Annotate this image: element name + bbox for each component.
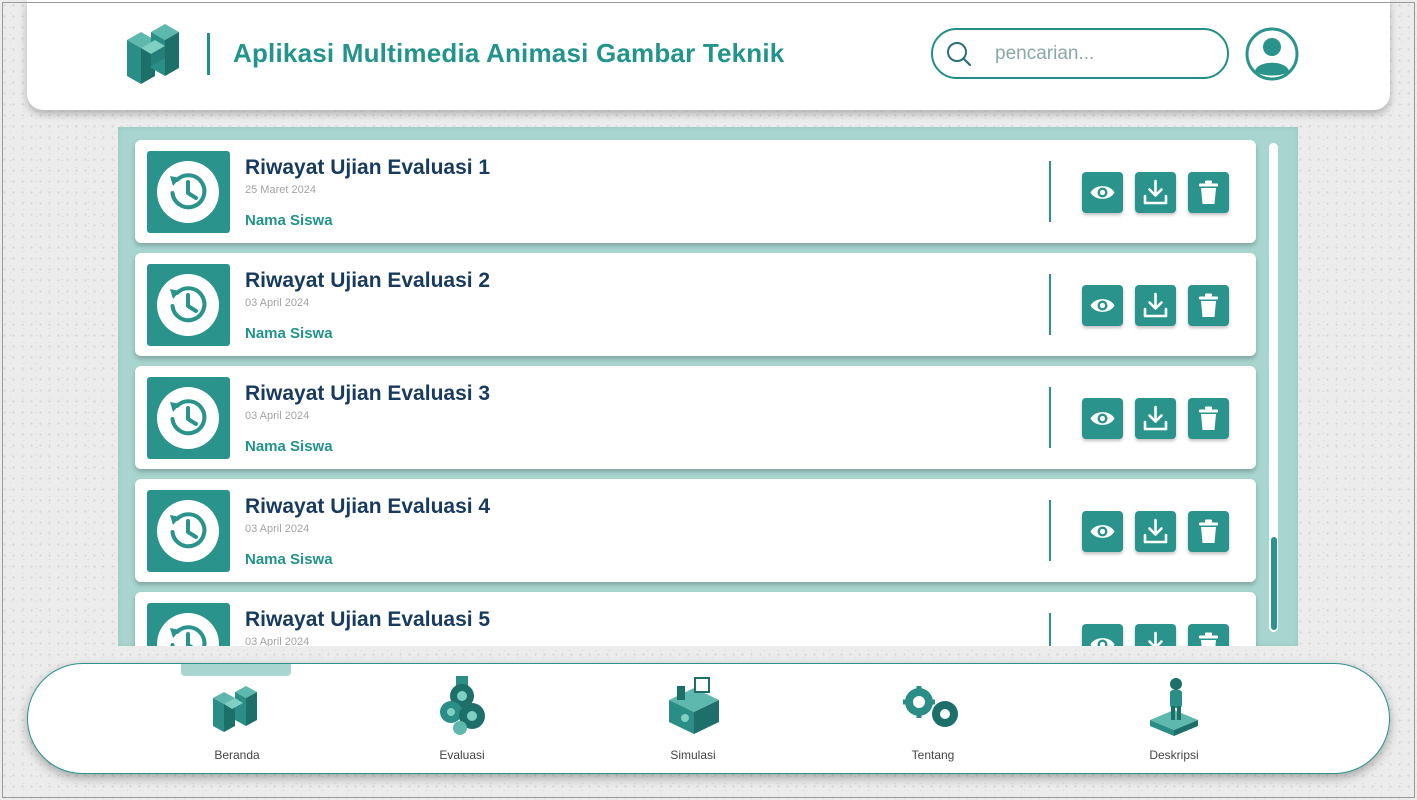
view-button[interactable] (1082, 398, 1123, 439)
record-date: 03 April 2024 (245, 636, 310, 646)
student-name: Nama Siswa (245, 551, 333, 568)
view-button[interactable] (1082, 511, 1123, 552)
card-divider (1049, 500, 1051, 561)
card-divider (1049, 613, 1051, 646)
delete-button[interactable] (1188, 172, 1229, 213)
nav-label: Simulasi (670, 748, 716, 762)
isometric-blocks-logo (127, 24, 179, 84)
history-icon-box (147, 151, 230, 233)
eye-icon (1090, 412, 1115, 425)
cogs-icon (903, 686, 958, 727)
download-button[interactable] (1135, 511, 1176, 552)
scrollbar-thumb[interactable] (1271, 537, 1277, 630)
nav-item-tentang[interactable]: Tentang (873, 664, 993, 775)
student-name: Nama Siswa (245, 325, 333, 342)
history-clock-icon (157, 274, 219, 336)
trash-icon (1199, 519, 1218, 543)
view-button[interactable] (1082, 624, 1123, 646)
gears-machine-icon (440, 676, 485, 735)
list-item: Riwayat Ujian Evaluasi 1 25 Maret 2024 N… (135, 140, 1256, 243)
download-icon (1143, 405, 1168, 431)
history-icon-box (147, 264, 230, 346)
history-icon-box (147, 603, 230, 646)
record-title: Riwayat Ujian Evaluasi 1 (245, 156, 491, 179)
list-item: Riwayat Ujian Evaluasi 5 03 April 2024 (135, 592, 1256, 646)
isometric-blocks-icon (213, 686, 257, 732)
record-date: 03 April 2024 (245, 297, 310, 309)
record-date: 25 Maret 2024 (245, 184, 316, 196)
nav-item-deskripsi[interactable]: Deskripsi (1114, 664, 1234, 775)
download-button[interactable] (1135, 624, 1176, 646)
app-header: Aplikasi Multimedia Animasi Gambar Tekni… (27, 0, 1390, 110)
trash-icon (1199, 293, 1218, 317)
download-button[interactable] (1135, 172, 1176, 213)
person-desk-icon (1150, 678, 1198, 736)
active-nav-indicator (181, 664, 291, 676)
eye-icon (1090, 186, 1115, 199)
nav-item-evaluasi[interactable]: Evaluasi (402, 664, 522, 775)
download-button[interactable] (1135, 398, 1176, 439)
download-icon (1148, 631, 1163, 646)
title-divider (207, 33, 210, 75)
delete-button[interactable] (1188, 624, 1229, 646)
eye-icon (1090, 299, 1115, 312)
student-name: Nama Siswa (245, 438, 333, 455)
history-icon-box (147, 377, 230, 459)
nav-item-beranda[interactable]: Beranda (177, 664, 297, 775)
list-item: Riwayat Ujian Evaluasi 4 03 April 2024 N… (135, 479, 1256, 582)
history-clock-icon (157, 161, 219, 223)
record-title: Riwayat Ujian Evaluasi 2 (245, 269, 491, 292)
download-button[interactable] (1135, 285, 1176, 326)
delete-button[interactable] (1188, 398, 1229, 439)
history-icon-box (147, 490, 230, 572)
eye-icon (1090, 638, 1115, 646)
view-button[interactable] (1082, 285, 1123, 326)
card-divider (1049, 161, 1051, 222)
search-icon (947, 42, 972, 67)
record-title: Riwayat Ujian Evaluasi 5 (245, 608, 491, 631)
download-icon (1143, 518, 1168, 544)
nav-item-simulasi[interactable]: Simulasi (633, 664, 753, 775)
nav-label: Evaluasi (439, 748, 485, 762)
list-item: Riwayat Ujian Evaluasi 2 03 April 2024 N… (135, 253, 1256, 356)
trash-icon (1199, 406, 1218, 430)
nav-label: Beranda (214, 748, 260, 762)
download-icon (1143, 179, 1168, 205)
user-avatar-icon[interactable] (1245, 27, 1299, 81)
eye-icon (1090, 525, 1115, 538)
history-clock-icon (157, 387, 219, 449)
search-input[interactable] (995, 39, 1215, 69)
student-name: Nama Siswa (245, 212, 333, 229)
list-item: Riwayat Ujian Evaluasi 3 03 April 2024 N… (135, 366, 1256, 469)
search-box[interactable] (931, 28, 1229, 79)
record-title: Riwayat Ujian Evaluasi 4 (245, 495, 491, 518)
record-title: Riwayat Ujian Evaluasi 3 (245, 382, 491, 405)
record-date: 03 April 2024 (245, 410, 310, 422)
delete-button[interactable] (1188, 285, 1229, 326)
app-title: Aplikasi Multimedia Animasi Gambar Tekni… (233, 38, 785, 68)
nav-label: Tentang (911, 748, 955, 762)
bottom-navigation: Beranda Evaluasi Simulasi Tentang Deskri… (27, 663, 1390, 774)
view-button[interactable] (1082, 172, 1123, 213)
history-clock-icon (157, 613, 219, 646)
record-date: 03 April 2024 (245, 523, 310, 535)
exam-history-list[interactable]: Riwayat Ujian Evaluasi 1 25 Maret 2024 N… (118, 127, 1298, 646)
trash-icon (1199, 632, 1218, 646)
delete-button[interactable] (1188, 511, 1229, 552)
trash-icon (1199, 180, 1218, 204)
download-icon (1143, 292, 1168, 318)
card-divider (1049, 387, 1051, 448)
card-divider (1049, 274, 1051, 335)
nav-label: Deskripsi (1149, 748, 1199, 762)
workstation-machine-icon (669, 677, 719, 734)
history-clock-icon (157, 500, 219, 562)
